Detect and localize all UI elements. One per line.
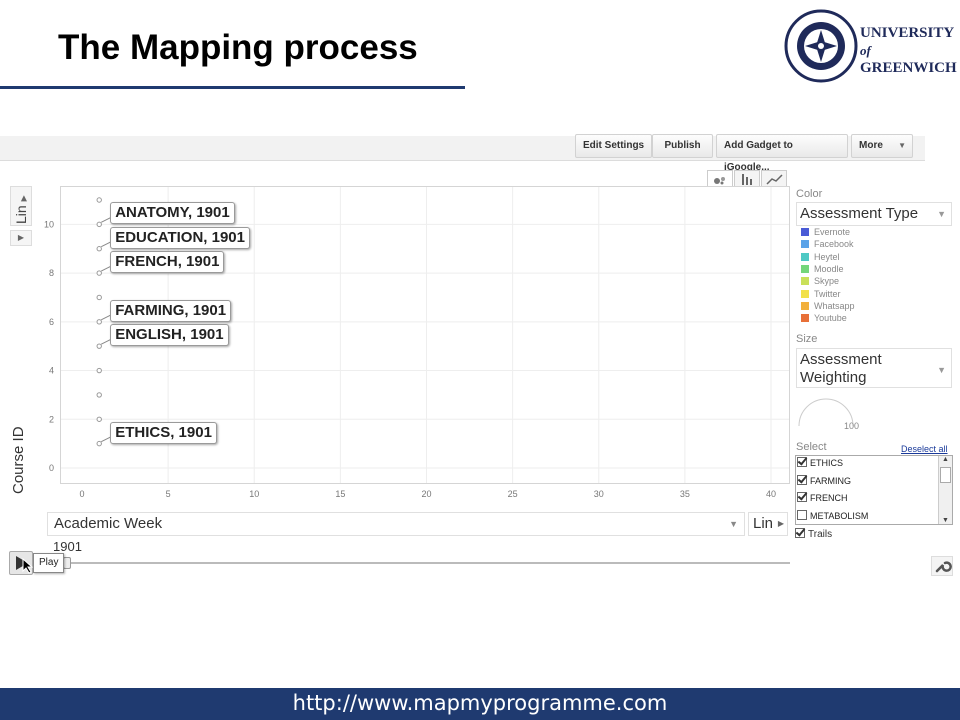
x-tick-label: 30 [594,489,604,499]
data-point[interactable] [96,197,102,203]
select-list-item[interactable]: FARMING [797,474,852,491]
data-point[interactable] [96,392,102,398]
legend-swatch [801,252,809,261]
legend-item: Whatsapp [801,301,855,313]
select-item-label: FARMING [810,475,852,486]
x-tick-label: 40 [766,489,776,499]
chevron-down-icon: ▼ [729,519,738,529]
trails-toggle[interactable]: Trails [795,528,832,540]
y-tick-label: 0 [49,463,54,473]
annotation-label[interactable]: ANATOMY, 1901 [110,202,235,225]
annotation-label[interactable]: FARMING, 1901 [110,299,232,322]
legend-item: Moodle [801,264,844,276]
legend-item: Evernote [801,227,850,239]
x-tick-label: 15 [335,489,345,499]
legend-label: Heytel [814,251,840,262]
annotation-label[interactable]: ETHICS, 1901 [110,421,217,444]
annotation-label[interactable]: ENGLISH, 1901 [110,324,229,347]
select-item-checkbox[interactable] [797,509,807,520]
current-time-label: 1901 [53,539,82,554]
legend-label: Moodle [814,263,844,274]
select-item-label: METABOLISM [810,510,869,521]
x-scale-selector[interactable]: Lin ▶ [748,512,788,536]
y-tick-label: 10 [44,219,54,229]
legend-label: Youtube [814,313,847,324]
select-item-checkbox[interactable] [797,474,807,485]
annotation-label[interactable]: FRENCH, 1901 [110,251,225,274]
x-tick-label: 5 [166,489,171,499]
chevron-down-icon: ▼ [937,365,946,375]
data-point[interactable] [96,343,102,349]
select-list-item[interactable]: ETHICS [797,457,843,473]
legend-item: Youtube [801,313,847,325]
legend-swatch [801,277,809,286]
select-item-label: FRENCH [810,493,848,503]
y-tick-label: 6 [49,317,54,327]
footer-url: http://www.mapmyprogramme.com [292,691,668,715]
size-gauge-value: 100 [844,421,860,431]
color-panel-label: Color [796,188,823,200]
size-panel-label: Size [796,333,818,345]
select-item-label: ETHICS [810,458,844,468]
data-point[interactable] [96,221,102,228]
x-tick-label: 10 [249,489,259,499]
legend-label: Twitter [814,288,841,299]
size-variable-value: Assessment Weighting [800,351,882,386]
select-panel-label: Select [796,441,827,453]
x-tick-label: 0 [79,489,84,499]
select-item-checkbox[interactable] [797,492,807,502]
data-point[interactable] [96,440,102,447]
x-variable-label: Academic Week [54,515,163,532]
x-tick-label: 20 [421,489,431,499]
x-scale-label: Lin [753,515,774,532]
chevron-down-icon: ▼ [942,517,949,524]
trails-label: Trails [808,529,833,540]
legend-label: Facebook [814,239,854,250]
y-tick-label: 2 [49,414,54,424]
chevron-up-icon: ▲ [942,456,949,463]
legend-label: Evernote [814,227,851,237]
legend-item: Facebook [801,239,854,251]
select-item-checkbox[interactable] [797,457,807,467]
y-tick-label: 4 [49,366,54,376]
time-slider-track[interactable] [55,562,790,564]
legend-swatch [801,264,809,273]
size-variable-dropdown[interactable]: Assessment Weighting ▼ [796,348,952,388]
data-point[interactable] [96,294,102,301]
annotation-label[interactable]: EDUCATION, 1901 [110,226,250,249]
legend-swatch [801,301,809,310]
x-tick-label: 35 [680,489,690,499]
chevron-down-icon: ▼ [937,209,946,219]
x-variable-dropdown[interactable]: Academic Week ▼ [47,512,745,536]
deselect-all-link[interactable]: Deselect all [901,444,948,454]
legend-item: Twitter [801,289,841,301]
data-point[interactable] [96,319,102,325]
color-variable-dropdown[interactable]: Assessment Type ▼ [796,202,952,226]
data-point[interactable] [96,367,102,374]
y-tick-label: 8 [49,268,54,278]
select-list-item[interactable]: FRENCH [797,492,848,508]
settings-wrench-button[interactable] [931,556,953,576]
legend-swatch [801,240,809,249]
play-tooltip: Play [33,553,65,573]
scrollbar-thumb[interactable] [940,467,951,483]
wrench-icon [935,561,952,573]
legend-swatch [801,228,809,236]
select-list-item[interactable]: METABOLISM [797,509,869,526]
chevron-right-icon: ▶ [777,519,784,528]
legend-item: Skype [801,276,839,288]
select-list-scrollbar[interactable]: ▲ ▼ [938,456,952,524]
legend-swatch [801,289,809,298]
legend-swatch [801,314,809,323]
legend-item: Heytel [801,252,840,264]
data-point[interactable] [96,270,102,276]
x-tick-label: 25 [508,489,518,499]
trails-checkbox[interactable] [795,528,805,538]
color-variable-value: Assessment Type [800,205,919,222]
data-point[interactable] [96,246,102,252]
legend-label: Whatsapp [814,300,855,311]
legend-label: Skype [814,276,840,287]
data-point[interactable] [96,416,102,422]
